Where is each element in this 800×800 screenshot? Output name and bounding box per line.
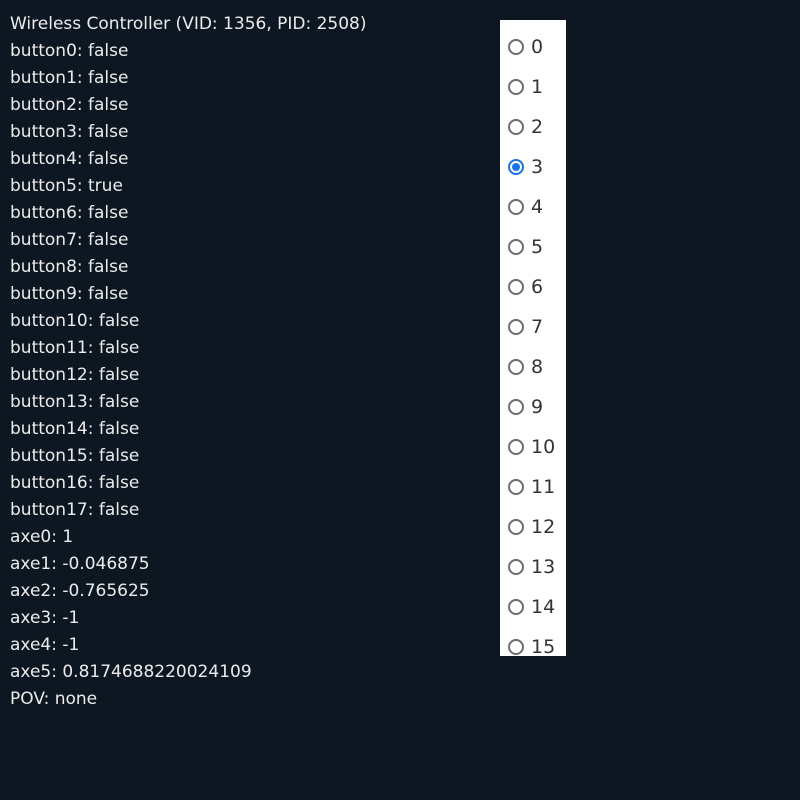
controller-input-line: button10: false xyxy=(10,311,140,331)
radio-option-12[interactable]: 12 xyxy=(500,507,566,547)
radio-option-0[interactable]: 0 xyxy=(500,27,566,67)
radio-selected-dot-icon xyxy=(512,163,520,171)
controller-input-line: axe5: 0.8174688220024109 xyxy=(10,662,252,682)
radio-option-label: 6 xyxy=(531,276,544,298)
radio-button-icon[interactable] xyxy=(508,119,524,135)
radio-button-icon[interactable] xyxy=(508,159,524,175)
controller-input-line: button1: false xyxy=(10,68,129,88)
radio-button-icon[interactable] xyxy=(508,199,524,215)
controller-input-line: axe2: -0.765625 xyxy=(10,581,150,601)
controller-input-line: button9: false xyxy=(10,284,129,304)
controller-input-line: axe0: 1 xyxy=(10,527,74,547)
controller-input-line: button15: false xyxy=(10,446,140,466)
controller-title: Wireless Controller (VID: 1356, PID: 250… xyxy=(10,14,367,34)
controller-input-line: POV: none xyxy=(10,689,98,709)
radio-button-icon[interactable] xyxy=(508,239,524,255)
radio-option-label: 15 xyxy=(531,636,556,658)
radio-option-label: 2 xyxy=(531,116,544,138)
radio-option-label: 5 xyxy=(531,236,544,258)
radio-button-icon[interactable] xyxy=(508,639,524,655)
radio-option-4[interactable]: 4 xyxy=(500,187,566,227)
radio-option-2[interactable]: 2 xyxy=(500,107,566,147)
radio-option-15[interactable]: 15 xyxy=(500,627,566,667)
controller-input-line: button16: false xyxy=(10,473,140,493)
controller-input-line: button5: true xyxy=(10,176,123,196)
radio-option-8[interactable]: 8 xyxy=(500,347,566,387)
radio-option-label: 8 xyxy=(531,356,544,378)
radio-button-icon[interactable] xyxy=(508,519,524,535)
controller-input-line: button3: false xyxy=(10,122,129,142)
controller-input-line: button0: false xyxy=(10,41,129,61)
radio-option-label: 3 xyxy=(531,156,544,178)
radio-button-icon[interactable] xyxy=(508,599,524,615)
radio-button-icon[interactable] xyxy=(508,319,524,335)
controller-input-line: button2: false xyxy=(10,95,129,115)
controller-input-line: axe4: -1 xyxy=(10,635,80,655)
radio-button-icon[interactable] xyxy=(508,439,524,455)
controller-index-radio-group: 0 1 2 3 4 5 6 7 8 9 10 11 12 13 14 15 xyxy=(500,20,566,658)
radio-button-icon[interactable] xyxy=(508,359,524,375)
radio-option-label: 4 xyxy=(531,196,544,218)
controller-input-line: button8: false xyxy=(10,257,129,277)
radio-option-6[interactable]: 6 xyxy=(500,267,566,307)
controller-input-line: button14: false xyxy=(10,419,140,439)
controller-status-panel: Wireless Controller (VID: 1356, PID: 250… xyxy=(10,11,367,713)
radio-option-3[interactable]: 3 xyxy=(500,147,566,187)
radio-option-14[interactable]: 14 xyxy=(500,587,566,627)
controller-input-line: axe3: -1 xyxy=(10,608,80,628)
controller-input-line: button7: false xyxy=(10,230,129,250)
radio-button-icon[interactable] xyxy=(508,399,524,415)
radio-option-7[interactable]: 7 xyxy=(500,307,566,347)
radio-option-label: 10 xyxy=(531,436,556,458)
controller-input-line: button4: false xyxy=(10,149,129,169)
radio-option-9[interactable]: 9 xyxy=(500,387,566,427)
controller-input-list: button0: false button1: false button2: fal… xyxy=(10,38,367,713)
controller-input-line: button6: false xyxy=(10,203,129,223)
gamepad-tester-page: Wireless Controller (VID: 1356, PID: 250… xyxy=(0,0,800,800)
radio-option-1[interactable]: 1 xyxy=(500,67,566,107)
radio-button-icon[interactable] xyxy=(508,79,524,95)
radio-option-11[interactable]: 11 xyxy=(500,467,566,507)
radio-option-10[interactable]: 10 xyxy=(500,427,566,467)
radio-button-icon[interactable] xyxy=(508,479,524,495)
radio-option-label: 13 xyxy=(531,556,556,578)
radio-option-5[interactable]: 5 xyxy=(500,227,566,267)
radio-option-label: 14 xyxy=(531,596,556,618)
controller-input-line: axe1: -0.046875 xyxy=(10,554,150,574)
controller-input-line: button11: false xyxy=(10,338,140,358)
controller-input-line: button13: false xyxy=(10,392,140,412)
radio-option-label: 11 xyxy=(531,476,556,498)
radio-option-label: 1 xyxy=(531,76,544,98)
radio-option-label: 7 xyxy=(531,316,544,338)
controller-input-line: button17: false xyxy=(10,500,140,520)
radio-option-13[interactable]: 13 xyxy=(500,547,566,587)
radio-option-label: 12 xyxy=(531,516,556,538)
radio-button-icon[interactable] xyxy=(508,559,524,575)
radio-option-label: 9 xyxy=(531,396,544,418)
radio-option-label: 0 xyxy=(531,36,544,58)
radio-button-icon[interactable] xyxy=(508,279,524,295)
controller-input-line: button12: false xyxy=(10,365,140,385)
radio-button-icon[interactable] xyxy=(508,39,524,55)
